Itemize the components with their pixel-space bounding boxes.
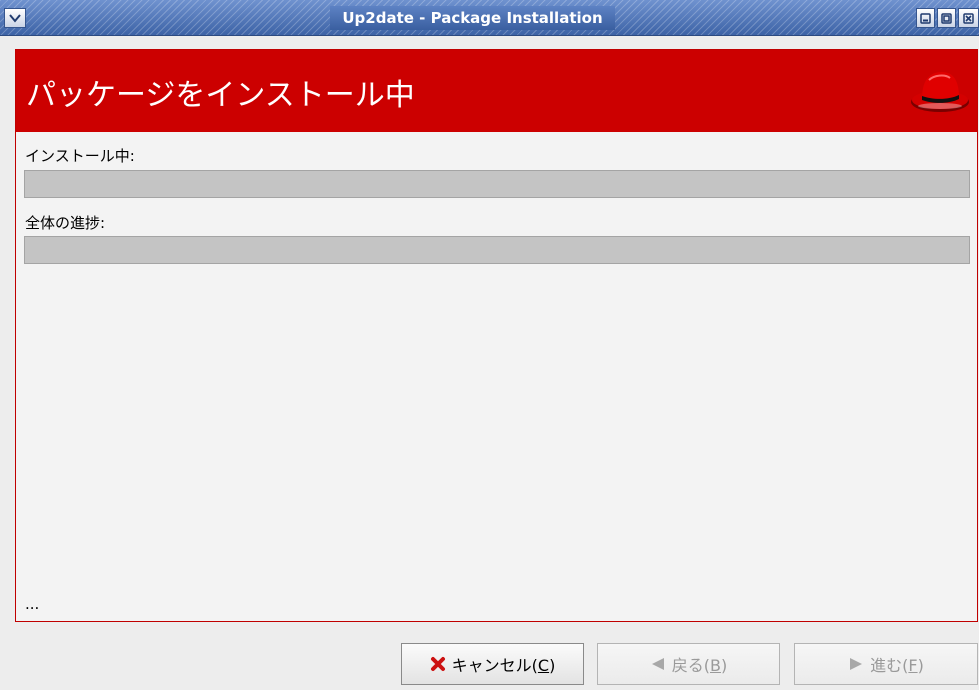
installing-label: インストール中: [25, 147, 135, 165]
forward-arrow-icon [848, 656, 864, 672]
cancel-x-icon [430, 656, 446, 672]
close-icon[interactable] [958, 8, 979, 28]
cancel-button[interactable]: キャンセル(C) [401, 643, 584, 685]
forward-button[interactable]: 進む(F) [794, 643, 978, 685]
window-titlebar[interactable]: Up2date - Package Installation [0, 0, 979, 36]
back-button-label: 戻る(B) [671, 656, 728, 675]
forward-button-label: 進む(F) [870, 656, 924, 675]
redhat-logo-icon [911, 72, 969, 112]
page-title: パッケージをインストール中 [26, 78, 415, 113]
back-arrow-icon [650, 656, 666, 672]
overall-progress-bar [24, 236, 970, 264]
window-title-plate: Up2date - Package Installation [330, 6, 615, 30]
installing-progress-bar [24, 170, 970, 198]
window-menu-icon[interactable] [4, 8, 26, 28]
overall-progress-label: 全体の進捗: [25, 214, 106, 232]
back-button[interactable]: 戻る(B) [597, 643, 780, 685]
page-banner: パッケージをインストール中 [16, 50, 977, 132]
status-text: ... [25, 595, 40, 613]
cancel-button-label: キャンセル(C) [451, 656, 556, 675]
maximize-icon[interactable] [937, 8, 956, 28]
content-frame: パッケージをインストール中 インストール中: 全体の進捗: ... [15, 49, 978, 622]
minimize-icon[interactable] [916, 8, 935, 28]
window-title: Up2date - Package Installation [342, 9, 603, 27]
